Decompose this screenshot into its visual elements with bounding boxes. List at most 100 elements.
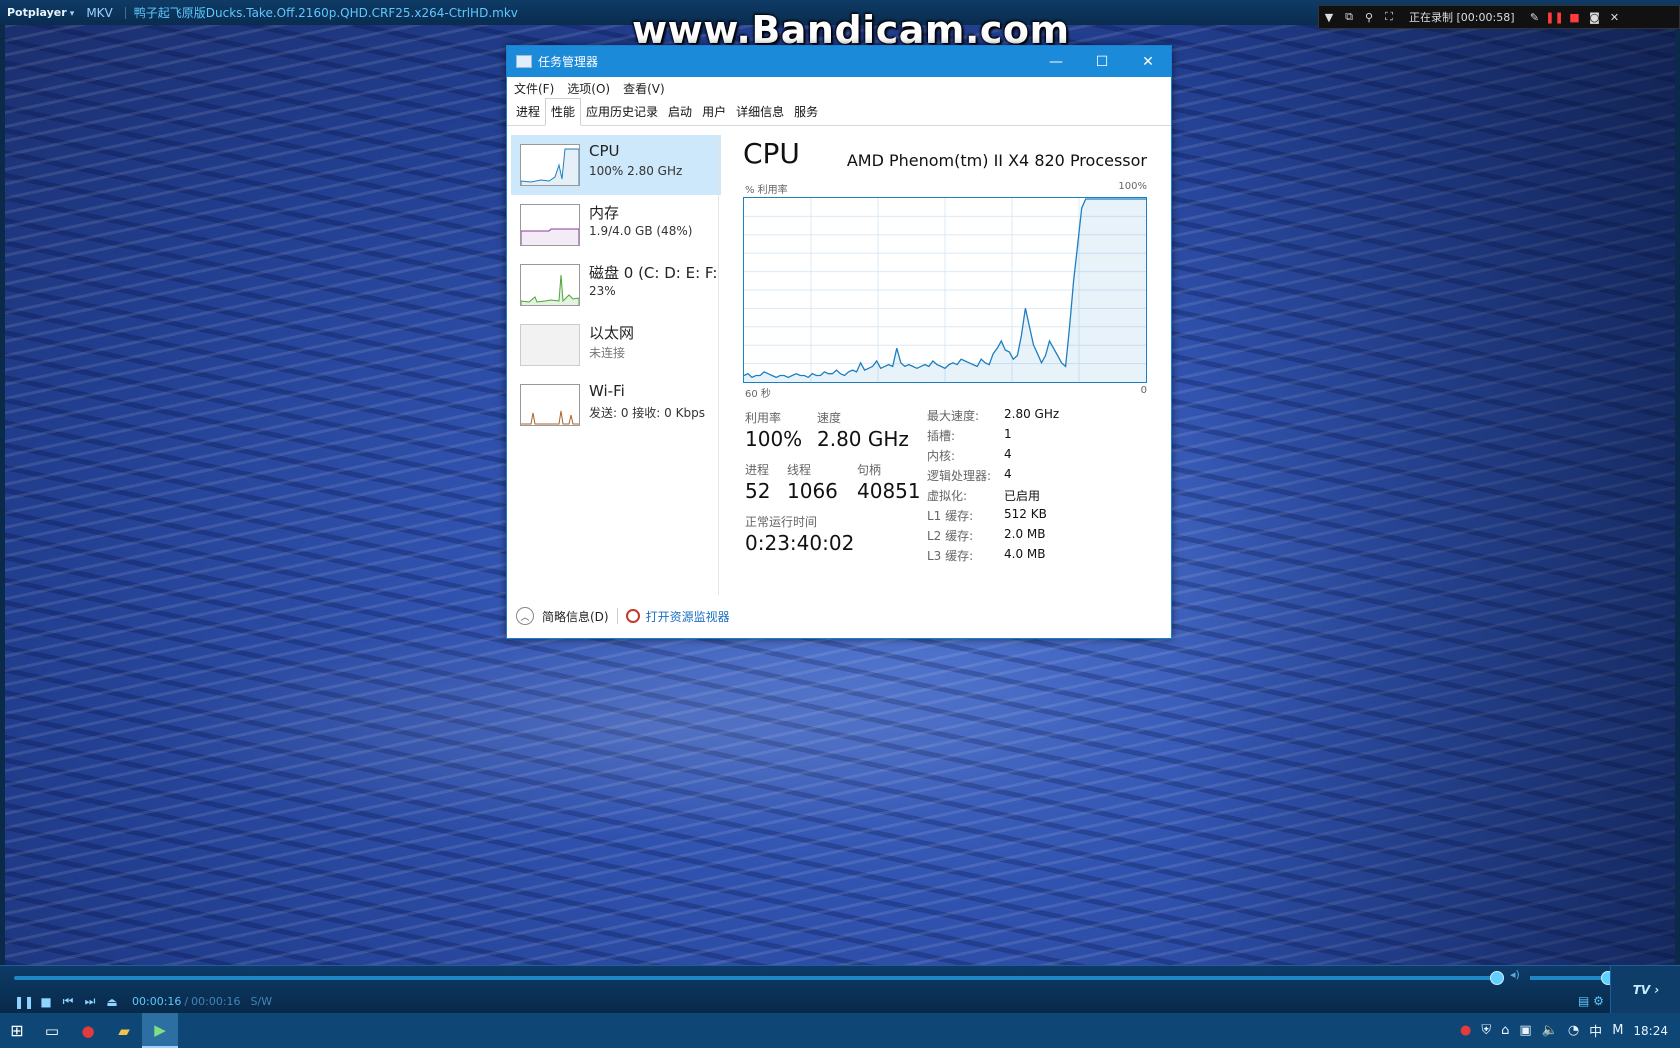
usb-tray-icon[interactable]: ⌂ [1501, 1023, 1509, 1038]
volume-icon[interactable]: ◂) [1510, 968, 1520, 981]
menu-file[interactable]: 文件(F) [514, 80, 554, 97]
previous-icon[interactable]: ⏮ [58, 994, 78, 1009]
playlist-icon[interactable]: ▤ ⚙ [1578, 994, 1604, 1008]
potplayer-taskbar-icon[interactable]: ▶ [142, 1013, 178, 1048]
bandicam-tray-icon[interactable]: ● [1460, 1023, 1471, 1038]
chevron-up-icon[interactable]: ︿ [516, 607, 534, 625]
tab-users[interactable]: 用户 [697, 99, 731, 125]
resource-detail: 发送: 0 接收: 0 Kbps [589, 406, 705, 420]
ime-mode-indicator[interactable]: M [1612, 1023, 1623, 1038]
title-divider [124, 6, 126, 19]
resource-item-memory[interactable]: 内存 1.9/4.0 GB (48%) [511, 195, 721, 255]
volume-tray-icon[interactable]: 🔈 [1542, 1023, 1558, 1038]
resource-item-ethernet[interactable]: 以太网 未连接 [511, 315, 721, 375]
tab-details[interactable]: 详细信息 [731, 99, 789, 125]
handles-value: 40851 [857, 479, 921, 503]
spec-row: L3 缓存: 4.0 MB [927, 547, 1059, 567]
close-icon[interactable]: ✕ [1604, 11, 1624, 24]
tv-button[interactable]: TV › [1610, 966, 1680, 1014]
system-tray: ● ⛨ ⌂ ▣ 🔈 ◔ 中 M 18:24 [1460, 1013, 1680, 1048]
spec-value: 4.0 MB [1004, 547, 1046, 561]
tab-app-history[interactable]: 应用历史记录 [581, 99, 663, 125]
resource-item-disk[interactable]: 磁盘 0 (C: D: E: F: 23% [511, 255, 721, 315]
memory-thumbnail-graph [520, 204, 580, 246]
close-button[interactable]: ✕ [1125, 54, 1171, 70]
resource-monitor-icon [625, 609, 640, 623]
pause-record-icon[interactable]: ❚❚ [1544, 11, 1564, 24]
resource-item-wifi[interactable]: Wi-Fi 发送: 0 接收: 0 Kbps [511, 375, 721, 435]
task-manager-window: 任务管理器 — ☐ ✕ 文件(F) 选项(O) 查看(V) 进程 性能 应用历史… [506, 45, 1172, 639]
eject-icon[interactable]: ⏏ [102, 995, 122, 1009]
bandicam-recording-bar: ▼ ⧉ ⚲ ⛶ 正在录制 [00:00:58] ✎ ❚❚ ■ ◙ ✕ [1318, 5, 1680, 29]
resource-detail: 1.9/4.0 GB (48%) [589, 224, 693, 238]
seek-handle[interactable] [1490, 971, 1504, 985]
minimize-button[interactable]: — [1033, 54, 1079, 70]
render-mode[interactable]: S/W [251, 995, 273, 1008]
potplayer-menu-button[interactable]: Potplayer [7, 6, 74, 19]
spec-value: 512 KB [1004, 507, 1047, 521]
bandicam-taskbar-icon[interactable]: ● [70, 1013, 106, 1048]
tab-performance[interactable]: 性能 [545, 98, 582, 126]
ime-indicator[interactable]: 中 [1589, 1021, 1602, 1040]
menu-options[interactable]: 选项(O) [567, 80, 610, 97]
threads-stat: 线程 1066 [787, 461, 838, 503]
spec-row: L2 缓存: 2.0 MB [927, 527, 1059, 547]
spec-value: 已启用 [1004, 489, 1041, 503]
open-resource-monitor-link[interactable]: 打开资源监视器 [646, 608, 730, 625]
cpu-graph-svg [743, 198, 1146, 382]
pane-divider [718, 135, 719, 595]
ethernet-thumbnail-graph [520, 324, 580, 366]
cpu-thumbnail-graph [520, 144, 580, 186]
volume-slider[interactable] [1530, 976, 1608, 980]
graph-axis-max: 100% [1118, 181, 1147, 192]
spec-value: 4 [1004, 467, 1012, 481]
stop-record-icon[interactable]: ■ [1564, 11, 1584, 24]
spec-value: 4 [1004, 447, 1012, 461]
display-tray-icon[interactable]: ▣ [1519, 1023, 1531, 1038]
fewer-details-link[interactable]: 简略信息(D) [542, 608, 609, 625]
window-icon[interactable]: ⧉ [1339, 10, 1359, 24]
next-icon[interactable]: ⏭ [80, 994, 100, 1009]
current-time: 00:00:16 [132, 995, 182, 1008]
playback-controls: ❚❚ ■ ⏮ ⏭ ⏏ 00:00:16 / 00:00:16 S/W [14, 994, 272, 1009]
network-tray-icon[interactable]: ◔ [1568, 1023, 1579, 1038]
utilization-value: 100% [745, 427, 803, 451]
tab-processes[interactable]: 进程 [511, 99, 545, 125]
resource-list: CPU 100% 2.80 GHz 内存 1.9/4.0 GB (48%) 磁盘… [511, 135, 721, 435]
tab-services[interactable]: 服务 [789, 99, 823, 125]
resource-detail: 100% 2.80 GHz [589, 164, 683, 178]
region-icon[interactable]: ⛶ [1379, 10, 1399, 24]
spec-row: 逻辑处理器: 4 [927, 467, 1059, 487]
menu-view[interactable]: 查看(V) [623, 80, 665, 97]
pen-icon[interactable]: ✎ [1524, 11, 1544, 24]
stop-icon[interactable]: ■ [36, 995, 56, 1009]
maximize-button[interactable]: ☐ [1079, 54, 1125, 70]
spec-value: 2.0 MB [1004, 527, 1046, 541]
spec-key: 插槽: [927, 429, 956, 443]
camera-icon[interactable]: ◙ [1584, 11, 1604, 24]
defender-tray-icon[interactable]: ⛨ [1481, 1023, 1491, 1038]
uptime-stat: 正常运行时间 0:23:40:02 [745, 513, 854, 555]
pause-icon[interactable]: ❚❚ [14, 995, 34, 1009]
file-explorer-taskbar-icon[interactable]: ▰ [106, 1013, 142, 1048]
cpu-model: AMD Phenom(tm) II X4 820 Processor [846, 151, 1147, 170]
wifi-thumbnail-graph [520, 384, 580, 426]
handles-label: 句柄 [857, 463, 882, 477]
filename-label: 鸭子起飞原版Ducks.Take.Off.2160p.QHD.CRF25.x26… [133, 6, 518, 20]
dropdown-icon[interactable]: ▼ [1319, 11, 1339, 24]
clock[interactable]: 18:24 [1633, 1024, 1668, 1038]
speed-stat: 速度 2.80 GHz [817, 409, 909, 451]
task-manager-footer: ︿ 简略信息(D) 打开资源监视器 [507, 601, 1171, 631]
cpu-detail: CPU AMD Phenom(tm) II X4 820 Processor %… [743, 127, 1157, 607]
performance-pane: CPU 100% 2.80 GHz 内存 1.9/4.0 GB (48%) 磁盘… [507, 127, 1171, 633]
task-manager-taskbar-icon[interactable]: ▭ [34, 1013, 70, 1048]
speed-value: 2.80 GHz [817, 427, 909, 451]
task-manager-titlebar[interactable]: 任务管理器 — ☐ ✕ [507, 46, 1171, 77]
utilization-stat: 利用率 100% [745, 409, 802, 451]
windows-start-icon[interactable]: ⊞ [0, 1013, 34, 1048]
resource-name: 磁盘 0 (C: D: E: F: [589, 264, 718, 282]
seek-bar[interactable] [14, 976, 1498, 980]
search-icon[interactable]: ⚲ [1359, 11, 1379, 24]
resource-item-cpu[interactable]: CPU 100% 2.80 GHz [511, 135, 721, 195]
tab-startup[interactable]: 启动 [663, 99, 697, 125]
